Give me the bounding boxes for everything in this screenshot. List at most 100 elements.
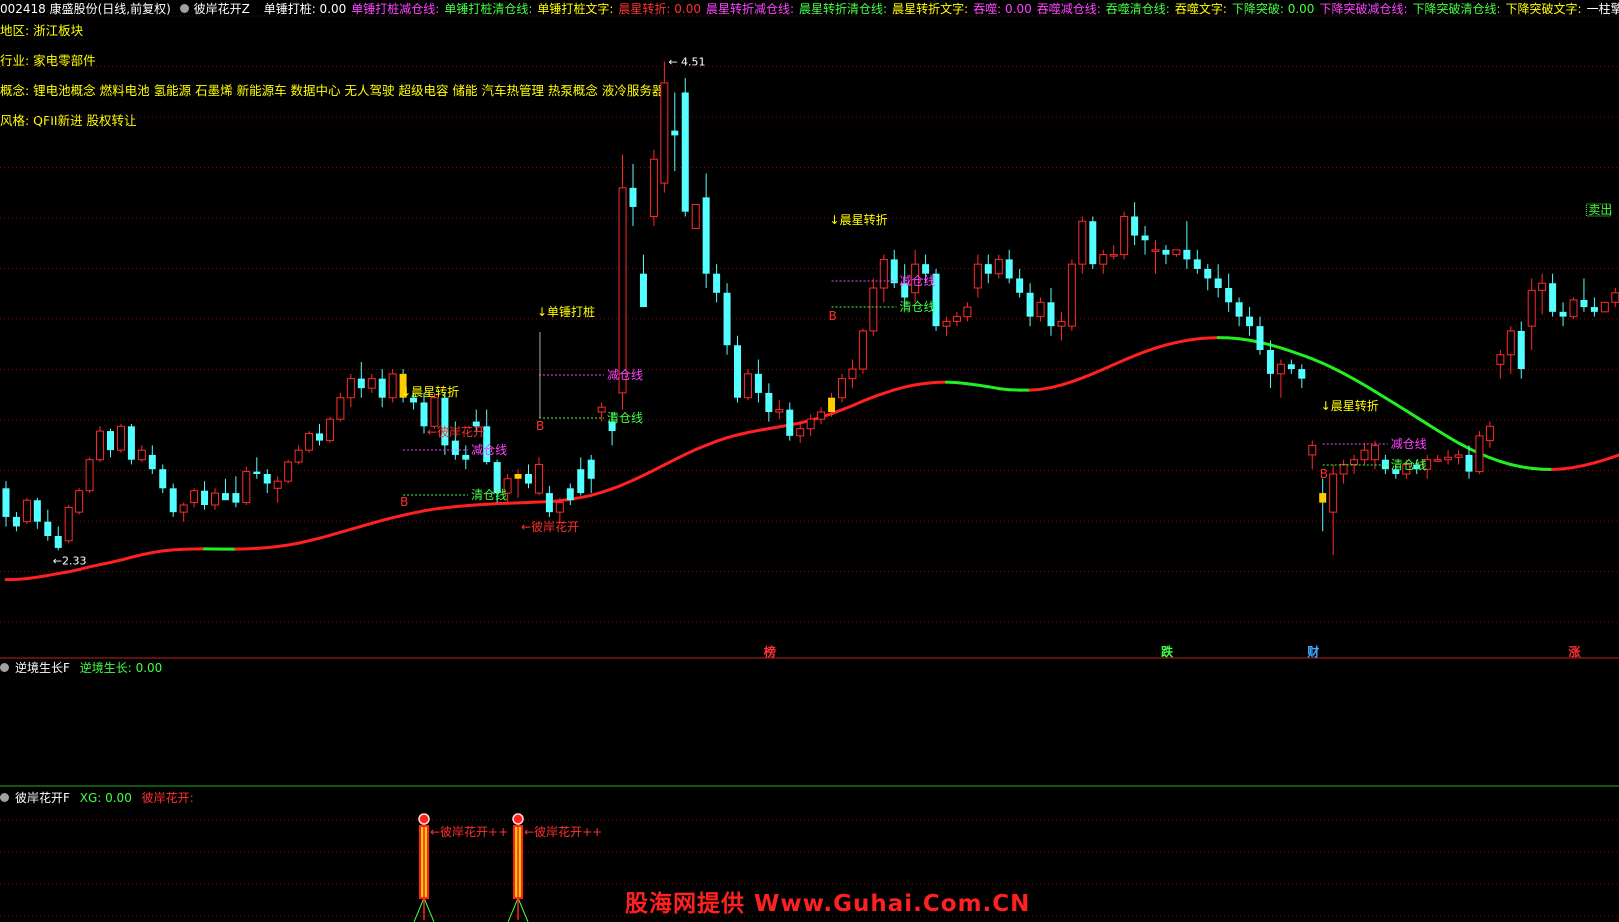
ma-line-segment: [641, 468, 656, 477]
candle-body: [1183, 249, 1191, 260]
candle-body: [1172, 249, 1181, 256]
ma-line-segment: [1143, 346, 1157, 354]
ma-line-segment: [1248, 338, 1262, 344]
ma-line-segment: [109, 558, 123, 564]
candle-body: [691, 204, 700, 229]
flower-signal-label: ←彼岸花开: [427, 424, 485, 439]
candle-body: [462, 454, 470, 460]
candle-body: [806, 418, 815, 430]
ma-line-segment: [1509, 463, 1523, 469]
pattern-label: ↓晨星转折: [830, 212, 888, 227]
flower-head: [418, 813, 430, 825]
ma-line-segment: [1185, 337, 1199, 342]
candle-body: [1067, 263, 1076, 327]
buy-signal-b: B: [1320, 467, 1328, 481]
ma-line-segment: [1394, 402, 1408, 413]
pattern-label: ↓晨星转折: [1321, 398, 1379, 413]
ma-line-segment: [1028, 387, 1043, 392]
candle-body: [2, 488, 10, 517]
formula-selector[interactable]: 彼岸花开Z: [179, 2, 255, 16]
indicator-value: 单锤打桩: 0.00: [263, 2, 347, 16]
candle-body: [22, 499, 31, 523]
indicator-value: 单锤打桩文字:: [537, 2, 614, 16]
reduce-position-label: 减仓线: [607, 368, 643, 382]
ma-line-segment: [892, 385, 907, 392]
candle-body: [1141, 235, 1149, 241]
ma-line-segment: [286, 541, 301, 547]
candle-body: [1256, 326, 1264, 350]
ma-line-segment: [1300, 353, 1314, 361]
candle-body: [493, 462, 501, 494]
candle-body: [346, 378, 355, 399]
candle-body: [963, 306, 972, 318]
candle-body: [483, 426, 491, 463]
candle-body: [316, 433, 323, 441]
sell-marker: [1585, 203, 1611, 217]
max-price-label: ← 4.51: [668, 55, 705, 68]
min-price-label: ←2.33: [53, 554, 87, 567]
candle-body: [1246, 316, 1254, 327]
candle-body: [1266, 350, 1274, 374]
ma-line-segment: [1415, 415, 1429, 426]
candle-body: [1559, 311, 1567, 317]
candle-body: [1319, 493, 1327, 503]
candle-body: [1162, 249, 1170, 255]
candle-body: [869, 287, 878, 332]
ma-line-segment: [485, 502, 499, 506]
dropdown-icon[interactable]: [179, 4, 189, 13]
candle-body: [618, 187, 627, 394]
candle-body: [1350, 459, 1359, 465]
ma-line-segment: [965, 382, 980, 387]
candle-body: [107, 431, 114, 451]
panel3-name: 彼岸花开F: [15, 791, 70, 805]
ma-line-segment: [1279, 346, 1293, 353]
candle-body: [1276, 363, 1285, 375]
candle-body: [597, 406, 606, 413]
candle-body: [973, 263, 982, 289]
ma-line-segment: [986, 385, 1001, 391]
header-bar: 002418 康盛股份(日线,前复权) 彼岸花开Z 单锤打桩: 0.00 单锤打桩…: [0, 0, 1619, 18]
ma-line-segment: [1342, 371, 1356, 381]
candle-body: [713, 273, 721, 293]
candle-body: [765, 392, 773, 412]
candle-body: [723, 292, 731, 346]
panel-menu-icon[interactable]: [0, 793, 9, 802]
ma-line-segment: [861, 395, 875, 403]
ma-line-segment: [307, 536, 321, 543]
candle-body: [472, 421, 480, 427]
candle-body: [1433, 459, 1442, 462]
ma-line-segment: [255, 546, 269, 550]
candle-body: [775, 409, 784, 413]
candle-body: [242, 471, 251, 504]
candle-body: [1016, 278, 1024, 293]
ma-line-segment: [788, 421, 802, 427]
buy-signal-b: B: [829, 309, 837, 323]
candlestick-chart[interactable]: ← 4.51←2.33↓晨星转折B↓单锤打桩B↓晨星转折B↓晨星转折B清仓线减仓…: [0, 0, 1619, 922]
panel-menu-icon[interactable]: [0, 663, 9, 672]
flower-panel-label: ←彼岸花开++: [524, 824, 602, 839]
candle-body: [555, 502, 564, 513]
candle-body: [796, 428, 805, 437]
candle-body: [1475, 435, 1484, 473]
candle-body: [503, 478, 512, 494]
candle-body: [743, 373, 752, 399]
ma-line-segment: [129, 553, 144, 559]
ma-line-segment: [1164, 340, 1178, 347]
candle-body: [952, 316, 961, 322]
candle-body: [1235, 302, 1243, 317]
event-tag: 财: [1306, 644, 1319, 659]
candle-body: [410, 397, 418, 403]
candle-body: [12, 516, 20, 527]
panel2-name: 逆境生长F: [15, 661, 70, 675]
ma-line-segment: [1467, 446, 1481, 455]
indicator-value: 下降突破清仓线:: [1412, 2, 1501, 16]
candle-body: [127, 426, 135, 460]
candle-body: [284, 461, 293, 482]
indicator-value: 晨星转折: 0.00: [618, 2, 701, 16]
candle-body: [1549, 283, 1557, 312]
candle-body: [838, 378, 846, 399]
candle-body: [566, 488, 574, 501]
candle-body: [932, 273, 940, 327]
ma-line-segment: [1363, 383, 1377, 393]
ma-line-segment: [88, 563, 102, 569]
